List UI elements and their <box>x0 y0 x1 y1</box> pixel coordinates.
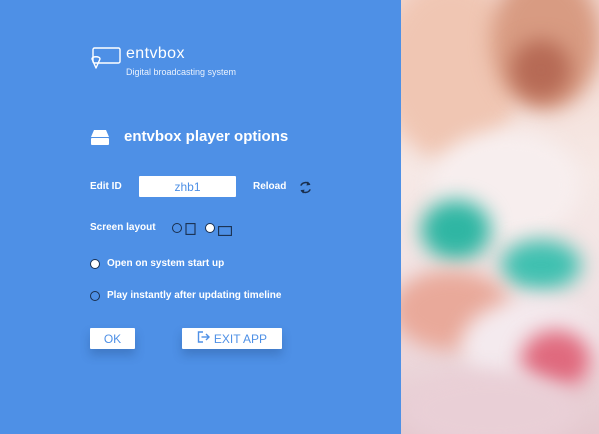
exit-button-label: EXIT APP <box>213 331 268 346</box>
landscape-screen-icon <box>218 223 232 241</box>
layout-portrait-radio[interactable] <box>172 223 182 233</box>
reload-icon[interactable] <box>298 180 313 200</box>
portrait-screen-icon <box>185 222 196 240</box>
edit-id-label: Edit ID <box>90 181 122 192</box>
background-photo <box>401 0 599 434</box>
options-title: entvbox player options <box>124 128 289 145</box>
app-tagline: Digital broadcasting system <box>126 67 237 77</box>
play-instantly-label: Play instantly after updating timeline <box>107 290 282 301</box>
edit-id-input[interactable] <box>139 176 236 197</box>
play-instantly-toggle[interactable] <box>90 291 100 301</box>
exit-icon <box>197 331 210 346</box>
screen-layout-label: Screen layout <box>90 222 156 233</box>
monitor-logo-icon <box>90 46 122 75</box>
reload-label: Reload <box>253 181 287 192</box>
ok-button-label: OK <box>103 331 122 346</box>
open-on-startup-label: Open on system start up <box>107 258 225 269</box>
options-panel: entvbox Digital broadcasting system entv… <box>0 0 401 434</box>
ok-button[interactable]: OK <box>90 328 135 349</box>
exit-app-button[interactable]: EXIT APP <box>182 328 282 349</box>
open-on-startup-toggle[interactable] <box>90 259 100 269</box>
layout-landscape-radio[interactable] <box>205 223 215 233</box>
app-name: entvbox <box>126 45 185 62</box>
drive-icon <box>90 129 110 151</box>
